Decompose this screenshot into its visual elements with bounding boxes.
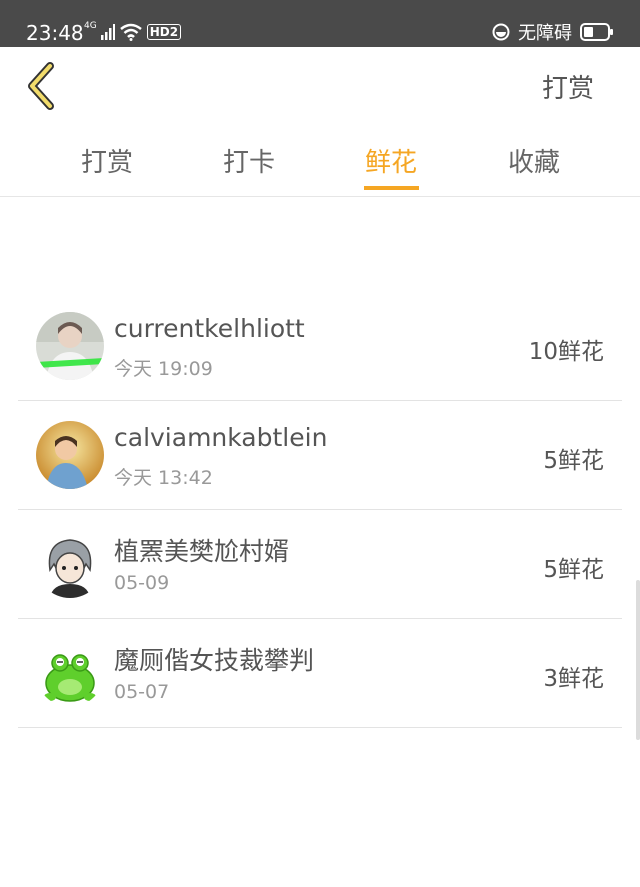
accessibility-label: 无障碍: [518, 23, 572, 44]
gift-time: 05-07: [114, 681, 170, 703]
status-time: 23:48: [26, 21, 84, 45]
flower-count: 5鲜花: [543, 557, 604, 583]
status-icons: 4G HD2: [84, 21, 182, 43]
status-bar: 23:48 4G HD2 无障碍: [0, 0, 640, 47]
accessibility-icon: [492, 23, 510, 41]
wifi-icon: [119, 23, 142, 41]
flower-count: 3鲜花: [543, 666, 604, 692]
back-chevron-icon: [28, 62, 54, 110]
gift-time: 今天 13:42: [114, 467, 213, 489]
status-right: 无障碍: [492, 20, 614, 44]
gift-time: 05-09: [114, 572, 170, 594]
child-photo-avatar: [36, 421, 104, 489]
user-name: 植罴美樊尬村婿: [114, 537, 290, 566]
gift-time: 今天 19:09: [114, 358, 213, 380]
list-item[interactable]: currentkelhliott 今天 19:09 10鲜花: [18, 292, 622, 401]
list-item[interactable]: 魔厕偕女技裁攀判 05-07 3鲜花: [18, 619, 622, 728]
tab-checkin[interactable]: 打卡: [194, 142, 304, 179]
tab-flowers[interactable]: 鲜花: [336, 142, 446, 179]
green-frog-avatar: [36, 639, 104, 707]
user-name: calviamnkabtlein: [114, 423, 328, 452]
person-photo-avatar: [36, 312, 104, 380]
reward-action-button[interactable]: 打赏: [542, 68, 594, 105]
list-item[interactable]: 植罴美樊尬村婿 05-09 5鲜花: [18, 510, 622, 619]
flower-count: 5鲜花: [543, 448, 604, 474]
tab-reward[interactable]: 打赏: [52, 142, 162, 179]
back-button[interactable]: [22, 60, 62, 112]
flower-list: currentkelhliott 今天 19:09 10鲜花 calviamnk…: [18, 292, 622, 728]
user-name: 魔厕偕女技裁攀判: [114, 646, 315, 675]
tab-bar: 打赏 打卡 鲜花 收藏: [0, 130, 640, 197]
flower-count: 10鲜花: [528, 339, 604, 365]
edge-handle[interactable]: [636, 580, 640, 740]
list-item[interactable]: calviamnkabtlein 今天 13:42 5鲜花: [18, 401, 622, 510]
hd-badge: HD2: [146, 24, 182, 40]
user-name: currentkelhliott: [114, 314, 305, 343]
tab-favorites[interactable]: 收藏: [479, 142, 589, 179]
anime-character-avatar: [36, 530, 104, 598]
battery-icon: [580, 23, 613, 41]
active-tab-indicator: [364, 186, 419, 190]
network-type-label: 4G: [84, 21, 97, 31]
signal-icon: [100, 24, 115, 40]
